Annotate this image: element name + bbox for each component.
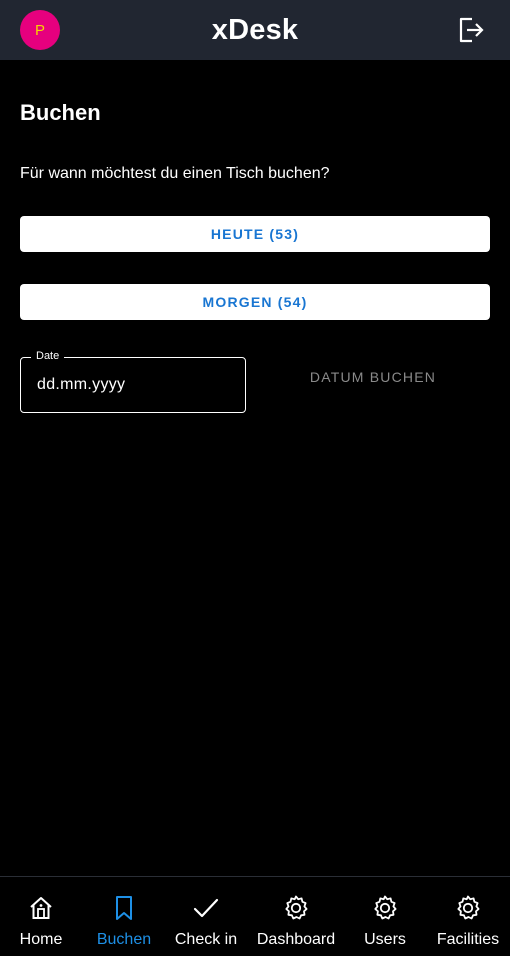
logout-icon[interactable] bbox=[456, 16, 486, 44]
nav-label-users: Users bbox=[364, 931, 406, 948]
bookmark-icon bbox=[116, 896, 132, 920]
date-input[interactable] bbox=[37, 373, 227, 397]
nav-item-home[interactable]: Home bbox=[8, 877, 74, 956]
avatar-initial: P bbox=[34, 21, 45, 39]
date-field[interactable]: Date bbox=[20, 350, 246, 413]
bottom-navigation: Home Buchen Check in Dashboard Users Fac… bbox=[0, 876, 510, 956]
date-field-label: Date bbox=[31, 350, 65, 362]
booking-question: Für wann möchtest du einen Tisch buchen? bbox=[20, 165, 330, 182]
app-header: P xDesk bbox=[0, 0, 510, 60]
nav-label-home: Home bbox=[19, 931, 63, 948]
gear-icon bbox=[457, 895, 480, 920]
nav-item-users[interactable]: Users bbox=[352, 877, 418, 956]
app-root: P xDesk Buchen Für wann möchtest du eine… bbox=[0, 0, 510, 956]
nav-item-check-in[interactable]: Check in bbox=[170, 877, 242, 956]
gear-icon bbox=[285, 895, 308, 920]
app-title: xDesk bbox=[211, 13, 299, 46]
nav-item-dashboard[interactable]: Dashboard bbox=[252, 877, 340, 956]
home-icon bbox=[30, 897, 52, 919]
book-date-button[interactable]: DATUM BUCHEN bbox=[282, 362, 464, 392]
page-title: Buchen bbox=[20, 100, 101, 125]
user-avatar[interactable]: P bbox=[20, 10, 60, 50]
nav-item-buchen[interactable]: Buchen bbox=[88, 877, 160, 956]
nav-item-facilities[interactable]: Facilities bbox=[432, 877, 504, 956]
nav-label-buchen: Buchen bbox=[96, 931, 152, 948]
gear-icon bbox=[374, 895, 397, 920]
nav-label-dashboard: Dashboard bbox=[256, 931, 336, 948]
tomorrow-button[interactable]: MORGEN (54) bbox=[20, 284, 490, 320]
check-icon bbox=[193, 898, 219, 918]
nav-label-facilities: Facilities bbox=[436, 931, 500, 948]
today-button[interactable]: HEUTE (53) bbox=[20, 216, 490, 252]
nav-label-check-in: Check in bbox=[174, 931, 238, 948]
